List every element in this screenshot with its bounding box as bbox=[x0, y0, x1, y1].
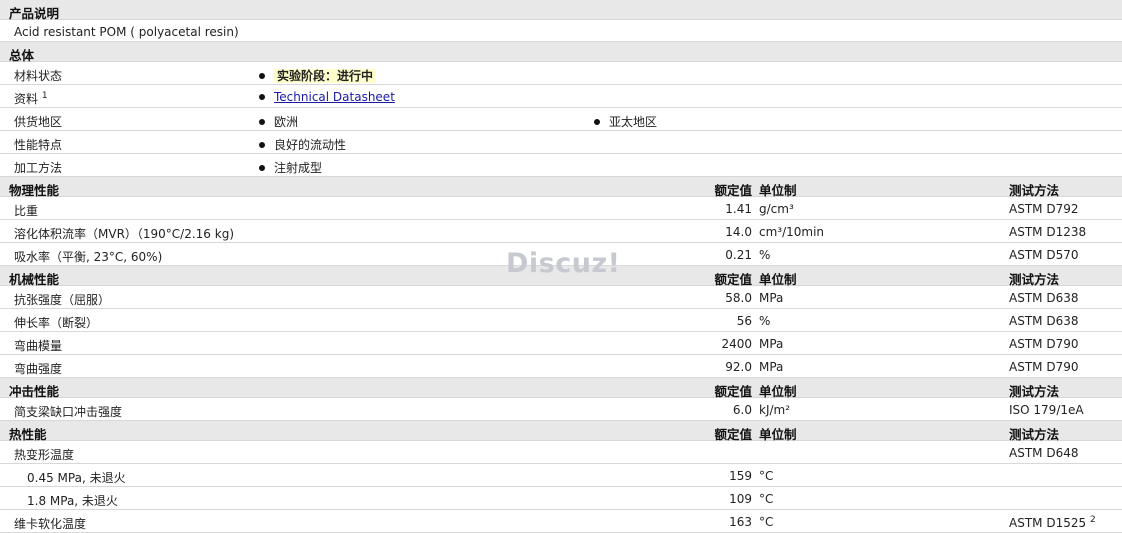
test-method: ASTM D1238 bbox=[1009, 225, 1087, 239]
row-label: 简支梁缺口冲击强度 bbox=[14, 405, 123, 419]
nominal-value: 6.0 bbox=[732, 403, 752, 417]
material-status-row: 材料状态 实验阶段：进行中 bbox=[0, 62, 1122, 85]
vicat-row: 维卡软化温度 163 °C ASTM D1525 2 bbox=[0, 510, 1122, 533]
property-row: 1.8 MPa, 未退火 109 °C bbox=[0, 487, 1122, 510]
status-value: 实验阶段：进行中 bbox=[259, 67, 377, 84]
footnote-marker: 2 bbox=[1089, 515, 1096, 525]
nominal-value: 2400 bbox=[721, 337, 752, 351]
nominal-value: 58.0 bbox=[725, 291, 752, 305]
bullet-icon bbox=[259, 141, 265, 148]
bullet-icon bbox=[259, 118, 265, 125]
unit-value: kJ/m² bbox=[759, 403, 791, 417]
property-row: 抗张强度（屈服） 58.0 MPa ASTM D638 bbox=[0, 286, 1122, 309]
unit-value: °C bbox=[759, 515, 774, 529]
bullet-icon bbox=[259, 72, 265, 79]
nominal-value: 56 bbox=[736, 314, 752, 328]
row-label: 溶化体积流率（MVR）（190°C/2.16 kg) bbox=[14, 227, 235, 241]
feature-text: 良好的流动性 bbox=[274, 138, 347, 152]
supply-value: 亚太地区 bbox=[609, 115, 658, 129]
row-label: 供货地区 bbox=[14, 115, 63, 129]
row-label: 抗张强度（屈服） bbox=[14, 293, 111, 307]
nominal-value: 159 bbox=[729, 469, 752, 483]
method-text: ASTM D1525 bbox=[1009, 516, 1087, 530]
property-row: 比重 1.41 g/cm³ ASTM D792 bbox=[0, 197, 1122, 220]
property-row: 0.45 MPa, 未退火 159 °C bbox=[0, 464, 1122, 487]
unit-value: g/cm³ bbox=[759, 202, 794, 216]
unit-value: MPa bbox=[759, 291, 784, 305]
section-header-description: 产品说明 bbox=[0, 0, 1122, 21]
property-row: 弯曲强度 92.0 MPa ASTM D790 bbox=[0, 355, 1122, 378]
supply-apac: 亚太地区 bbox=[594, 113, 657, 130]
test-method: ASTM D648 bbox=[1009, 446, 1079, 460]
row-label: 维卡软化温度 bbox=[14, 517, 87, 531]
description-text: Acid resistant POM ( polyacetal resin) bbox=[14, 25, 239, 39]
section-header-general: 总体 bbox=[0, 42, 1122, 63]
unit-value: % bbox=[759, 314, 771, 328]
nominal-value: 0.21 bbox=[725, 248, 752, 262]
nominal-value: 109 bbox=[729, 492, 752, 506]
row-label: 性能特点 bbox=[14, 138, 63, 152]
row-label: 吸水率（平衡, 23°C, 60%) bbox=[14, 250, 163, 264]
property-row: 弯曲模量 2400 MPa ASTM D790 bbox=[0, 332, 1122, 355]
row-label: 1.8 MPa, 未退火 bbox=[27, 494, 118, 508]
row-label: 比重 bbox=[14, 204, 39, 218]
supply-row: 供货地区 欧洲 亚太地区 bbox=[0, 108, 1122, 131]
processing-text: 注射成型 bbox=[274, 161, 323, 175]
info-label: 资料 bbox=[14, 92, 39, 106]
processing-row: 加工方法 注射成型 bbox=[0, 154, 1122, 177]
description-row: Acid resistant POM ( polyacetal resin) bbox=[0, 20, 1122, 42]
row-label: 材料状态 bbox=[14, 69, 63, 83]
test-method: ASTM D790 bbox=[1009, 360, 1079, 374]
test-method: ASTM D790 bbox=[1009, 337, 1079, 351]
features-row: 性能特点 良好的流动性 bbox=[0, 131, 1122, 154]
row-label: 热变形温度 bbox=[14, 448, 75, 462]
unit-value: °C bbox=[759, 469, 774, 483]
section-header-physical: 物理性能 额定值 单位制 测试方法 bbox=[0, 177, 1122, 198]
nominal-value: 92.0 bbox=[725, 360, 752, 374]
property-row: 伸长率（断裂） 56% ASTM D638 bbox=[0, 309, 1122, 332]
unit-value: % bbox=[759, 248, 771, 262]
test-method: ASTM D1525 2 bbox=[1009, 515, 1096, 530]
row-label: 伸长率（断裂） bbox=[14, 316, 99, 330]
hdt-row: 热变形温度 ASTM D648 bbox=[0, 441, 1122, 464]
unit-value: MPa bbox=[759, 337, 784, 351]
bullet-icon bbox=[259, 164, 265, 171]
supply-europe: 欧洲 bbox=[259, 113, 298, 130]
unit-value: MPa bbox=[759, 360, 784, 374]
row-label: 资料 1 bbox=[14, 90, 48, 107]
row-label: 弯曲强度 bbox=[14, 362, 63, 376]
row-label: 0.45 MPa, 未退火 bbox=[27, 471, 126, 485]
test-method: ASTM D638 bbox=[1009, 314, 1079, 328]
features-value: 良好的流动性 bbox=[259, 136, 346, 153]
status-badge: 实验阶段：进行中 bbox=[274, 69, 377, 83]
unit-value: °C bbox=[759, 492, 774, 506]
info-value: Technical Datasheet bbox=[259, 90, 395, 104]
discuz-watermark: Discuz! bbox=[506, 248, 621, 279]
section-header-thermal: 热性能 额定值 单位制 测试方法 bbox=[0, 421, 1122, 442]
technical-datasheet-link[interactable]: Technical Datasheet bbox=[274, 90, 395, 104]
nominal-value: 1.41 bbox=[725, 202, 752, 216]
bullet-icon bbox=[259, 93, 265, 100]
footnote-marker: 1 bbox=[41, 91, 48, 101]
test-method: ASTM D570 bbox=[1009, 248, 1079, 262]
info-row: 资料 1 Technical Datasheet bbox=[0, 85, 1122, 108]
row-label: 弯曲模量 bbox=[14, 339, 63, 353]
property-row: 简支梁缺口冲击强度 6.0 kJ/m² ISO 179/1eA bbox=[0, 398, 1122, 421]
processing-value: 注射成型 bbox=[259, 159, 322, 176]
bullet-icon bbox=[594, 118, 600, 125]
section-header-impact: 冲击性能 额定值 单位制 测试方法 bbox=[0, 378, 1122, 399]
unit-value: cm³/10min bbox=[759, 225, 825, 239]
nominal-value: 14.0 bbox=[725, 225, 752, 239]
test-method: ASTM D792 bbox=[1009, 202, 1079, 216]
row-label: 加工方法 bbox=[14, 161, 63, 175]
test-method: ISO 179/1eA bbox=[1009, 403, 1084, 417]
test-method: ASTM D638 bbox=[1009, 291, 1079, 305]
supply-value: 欧洲 bbox=[274, 115, 299, 129]
property-row: 溶化体积流率（MVR）（190°C/2.16 kg) 14.0 cm³/10min A… bbox=[0, 220, 1122, 243]
nominal-value: 163 bbox=[729, 515, 752, 529]
